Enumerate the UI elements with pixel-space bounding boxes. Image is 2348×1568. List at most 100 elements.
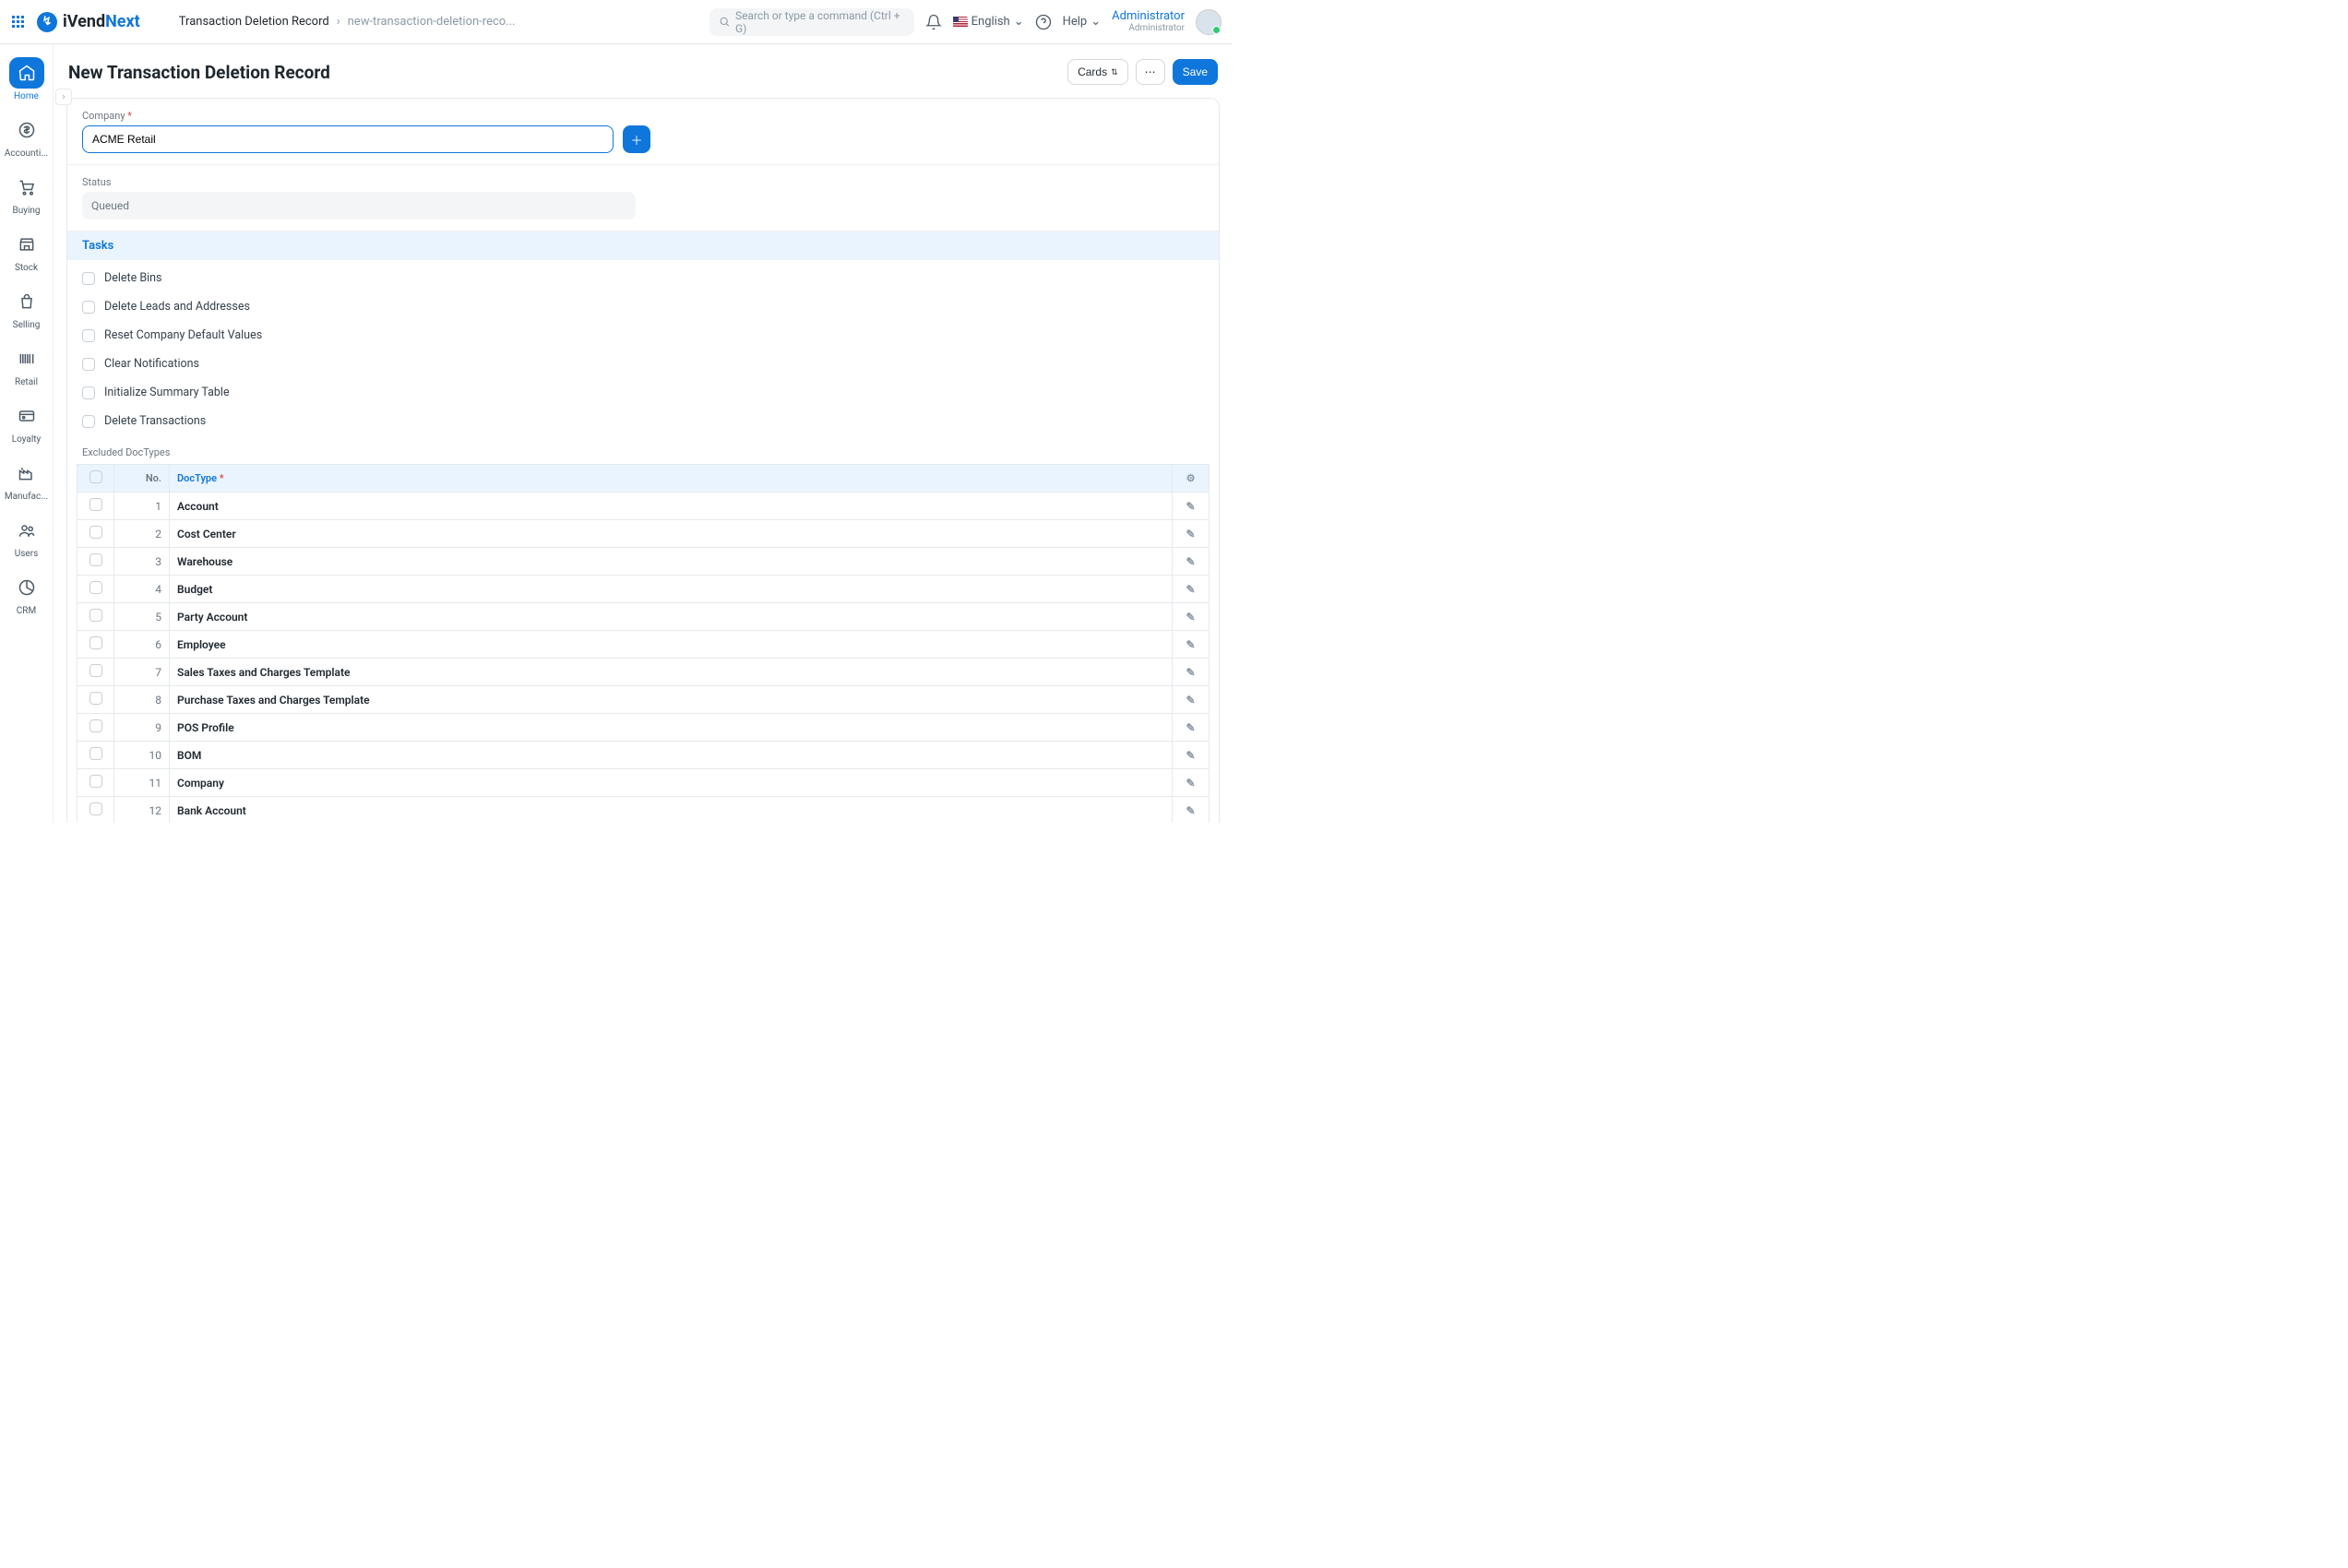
edit-icon[interactable]: ✎	[1186, 638, 1195, 651]
task-delete-bins[interactable]: Delete Bins	[82, 264, 1204, 292]
checkbox-icon[interactable]	[89, 553, 102, 566]
table-row[interactable]: 5Party Account✎	[77, 603, 1210, 631]
edit-icon[interactable]: ✎	[1186, 583, 1195, 596]
brand-prefix: iVend	[63, 12, 105, 31]
checkbox-icon[interactable]	[89, 664, 102, 677]
table-row[interactable]: 11Company✎	[77, 769, 1210, 797]
checkbox-icon[interactable]	[89, 636, 102, 649]
row-doctype: Bank Account	[170, 797, 1173, 824]
sidebar-item-buying[interactable]: Buying	[3, 166, 51, 221]
sidebar-item-home[interactable]: Home	[3, 52, 51, 107]
avatar[interactable]	[1196, 9, 1222, 35]
app-menu-icon[interactable]	[11, 15, 26, 30]
col-settings[interactable]: ⚙	[1173, 465, 1210, 493]
checkbox-icon[interactable]	[89, 498, 102, 511]
row-no: 6	[114, 631, 170, 659]
row-doctype: Purchase Taxes and Charges Template	[170, 686, 1173, 714]
checkbox-icon[interactable]	[82, 272, 95, 285]
checkbox-icon[interactable]	[89, 719, 102, 732]
save-button[interactable]: Save	[1173, 59, 1218, 85]
checkbox-icon[interactable]	[82, 358, 95, 371]
table-row[interactable]: 3Warehouse✎	[77, 548, 1210, 576]
global-search[interactable]: Search or type a command (Ctrl + G)	[709, 8, 914, 36]
row-no: 7	[114, 659, 170, 686]
plus-icon: ＋	[630, 131, 642, 148]
checkbox-icon[interactable]	[82, 301, 95, 314]
edit-icon[interactable]: ✎	[1186, 611, 1195, 624]
checkbox-icon[interactable]	[89, 609, 102, 622]
col-check[interactable]	[77, 465, 114, 493]
breadcrumb-parent[interactable]: Transaction Deletion Record	[179, 15, 329, 29]
breadcrumb: Transaction Deletion Record › new-transa…	[179, 15, 516, 29]
checkbox-icon[interactable]	[82, 415, 95, 428]
sidebar-item-selling[interactable]: Selling	[3, 280, 51, 336]
row-no: 3	[114, 548, 170, 576]
checkbox-icon[interactable]	[89, 470, 102, 483]
table-row[interactable]: 4Budget✎	[77, 576, 1210, 603]
pie-icon	[9, 572, 44, 603]
edit-icon[interactable]: ✎	[1186, 528, 1195, 540]
checkbox-icon[interactable]	[89, 775, 102, 788]
checkbox-icon[interactable]	[82, 386, 95, 399]
user-role: Administrator	[1112, 23, 1185, 33]
edit-icon[interactable]: ✎	[1186, 749, 1195, 762]
user-menu[interactable]: Administrator Administrator	[1112, 10, 1185, 33]
task-delete-transactions[interactable]: Delete Transactions	[82, 407, 1204, 435]
edit-icon[interactable]: ✎	[1186, 804, 1195, 817]
row-doctype: Budget	[170, 576, 1173, 603]
row-no: 2	[114, 520, 170, 548]
language-switcher[interactable]: English ⌄	[953, 15, 1024, 29]
sidebar-collapse-toggle[interactable]: ›	[55, 89, 72, 105]
brand-logo[interactable]: ↯ iVendNext	[37, 12, 140, 32]
checkbox-icon[interactable]	[82, 329, 95, 342]
sidebar-item-accounting[interactable]: Accounti...	[3, 109, 51, 164]
sidebar-item-crm[interactable]: CRM	[3, 566, 51, 622]
table-row[interactable]: 7Sales Taxes and Charges Template✎	[77, 659, 1210, 686]
excluded-doctypes-table: No. DocType ⚙ 1Account✎2Cost Center✎3War…	[77, 464, 1210, 823]
sidebar-item-label: Retail	[15, 377, 38, 387]
sidebar-item-retail[interactable]: Retail	[3, 338, 51, 393]
task-delete-leads[interactable]: Delete Leads and Addresses	[82, 292, 1204, 321]
table-row[interactable]: 9POS Profile✎	[77, 714, 1210, 742]
edit-icon[interactable]: ✎	[1186, 777, 1195, 790]
task-clear-notifications[interactable]: Clear Notifications	[82, 350, 1204, 378]
company-input[interactable]	[82, 125, 614, 153]
edit-icon[interactable]: ✎	[1186, 666, 1195, 679]
table-row[interactable]: 10BOM✎	[77, 742, 1210, 769]
cards-dropdown-button[interactable]: Cards ⇅	[1067, 59, 1128, 85]
row-no: 9	[114, 714, 170, 742]
sidebar-item-stock[interactable]: Stock	[3, 223, 51, 279]
table-row[interactable]: 6Employee✎	[77, 631, 1210, 659]
help-dropdown[interactable]: Help ⌄	[1063, 15, 1102, 29]
checkbox-icon[interactable]	[89, 802, 102, 815]
edit-icon[interactable]: ✎	[1186, 500, 1195, 513]
more-menu-button[interactable]: ⋯	[1136, 59, 1165, 85]
notifications-icon[interactable]	[925, 14, 942, 30]
nav-left: ↯ iVendNext Transaction Deletion Record …	[11, 12, 515, 32]
sidebar-item-users[interactable]: Users	[3, 509, 51, 564]
add-company-button[interactable]: ＋	[623, 125, 650, 153]
table-row[interactable]: 8Purchase Taxes and Charges Template ✎	[77, 686, 1210, 714]
checkbox-icon[interactable]	[89, 747, 102, 760]
table-row[interactable]: 1Account✎	[77, 493, 1210, 520]
task-label: Delete Leads and Addresses	[104, 300, 250, 314]
tasks-heading[interactable]: Tasks	[67, 232, 1219, 260]
checkbox-icon[interactable]	[89, 581, 102, 594]
table-row[interactable]: 2Cost Center✎	[77, 520, 1210, 548]
task-label: Initialize Summary Table	[104, 386, 230, 399]
task-init-summary[interactable]: Initialize Summary Table	[82, 378, 1204, 407]
checkbox-icon[interactable]	[89, 526, 102, 539]
sidebar-item-label: Buying	[12, 206, 40, 216]
chevron-down-icon: ⌄	[1091, 15, 1101, 29]
row-no: 8	[114, 686, 170, 714]
row-no: 12	[114, 797, 170, 824]
edit-icon[interactable]: ✎	[1186, 694, 1195, 707]
table-row[interactable]: 12Bank Account ✎	[77, 797, 1210, 824]
task-reset-defaults[interactable]: Reset Company Default Values	[82, 321, 1204, 350]
checkbox-icon[interactable]	[89, 692, 102, 705]
sidebar-item-loyalty[interactable]: Loyalty	[3, 395, 51, 450]
edit-icon[interactable]: ✎	[1186, 721, 1195, 734]
sidebar-item-label: Loyalty	[12, 434, 42, 445]
edit-icon[interactable]: ✎	[1186, 555, 1195, 568]
sidebar-item-manufacturing[interactable]: Manufac...	[3, 452, 51, 507]
